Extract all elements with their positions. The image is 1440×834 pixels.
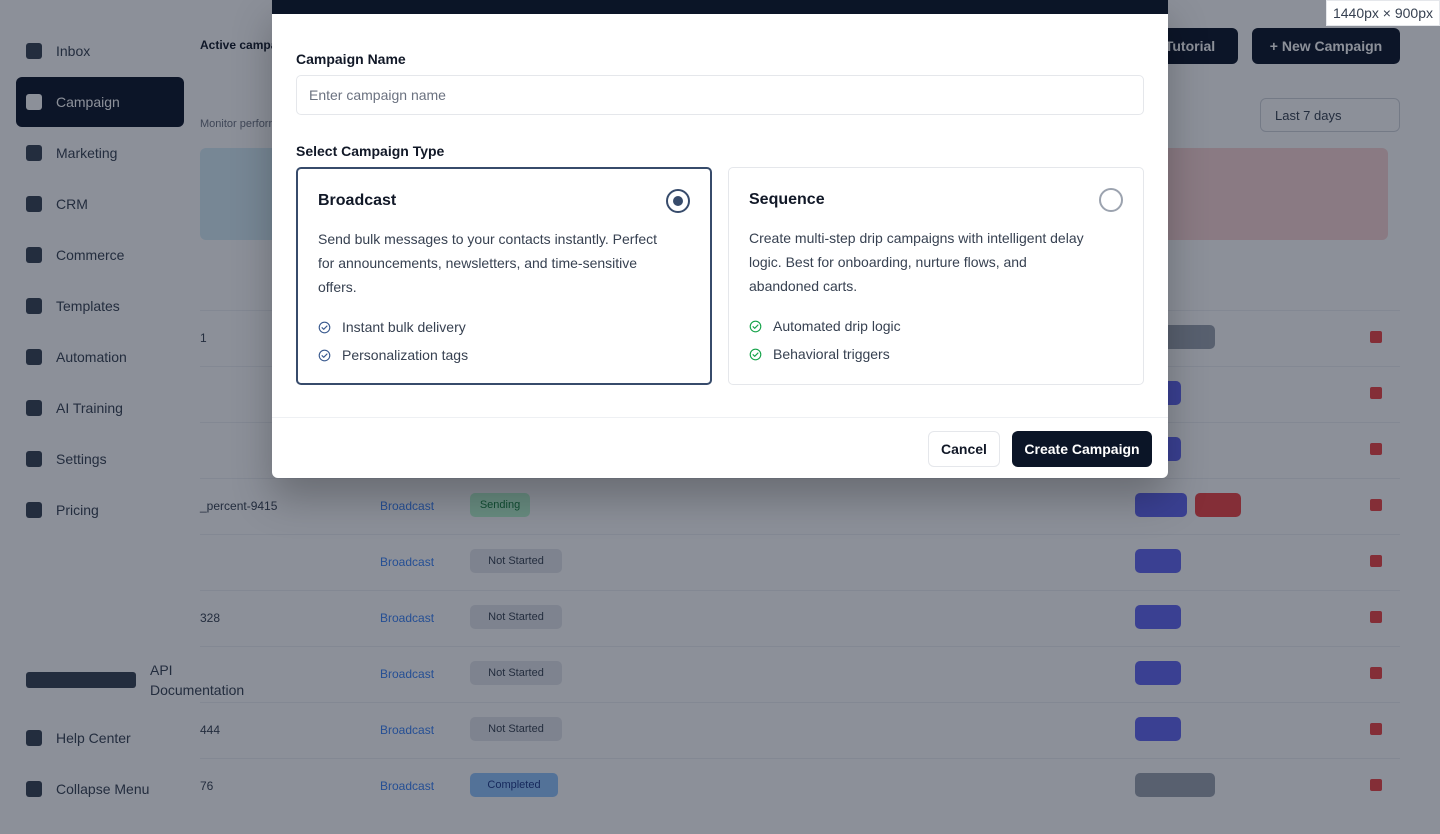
type-card-description: Send bulk messages to your contacts inst… <box>318 231 658 295</box>
create-campaign-button[interactable]: Create Campaign <box>1012 431 1152 467</box>
create-campaign-modal: Campaign Name Select Campaign Type Broad… <box>272 0 1168 478</box>
modal-footer: Cancel Create Campaign <box>272 417 1168 478</box>
campaign-name-input[interactable] <box>296 75 1144 115</box>
feature-item: Instant bulk delivery <box>318 319 466 335</box>
type-card-title: Sequence <box>749 191 825 208</box>
check-circle-icon <box>318 321 331 334</box>
check-circle-icon <box>749 320 762 333</box>
broadcast-radio[interactable] <box>666 189 690 213</box>
type-card-title: Broadcast <box>318 192 397 209</box>
check-circle-icon <box>318 349 331 362</box>
feature-item: Behavioral triggers <box>749 346 890 362</box>
modal-header <box>272 0 1168 14</box>
feature-item: Automated drip logic <box>749 318 901 334</box>
check-circle-icon <box>749 348 762 361</box>
campaign-name-label: Campaign Name <box>296 51 406 67</box>
type-card-broadcast[interactable]: Broadcast Send bulk messages to your con… <box>296 167 712 385</box>
feature-item: Personalization tags <box>318 347 468 363</box>
viewport-size-badge: 1440px × 900px <box>1325 0 1440 26</box>
cancel-button[interactable]: Cancel <box>928 431 1000 467</box>
campaign-type-label: Select Campaign Type <box>296 143 445 159</box>
type-card-sequence[interactable]: Sequence Create multi-step drip campaign… <box>728 167 1144 385</box>
type-card-description: Create multi-step drip campaigns with in… <box>749 230 1084 294</box>
sequence-radio[interactable] <box>1099 188 1123 212</box>
